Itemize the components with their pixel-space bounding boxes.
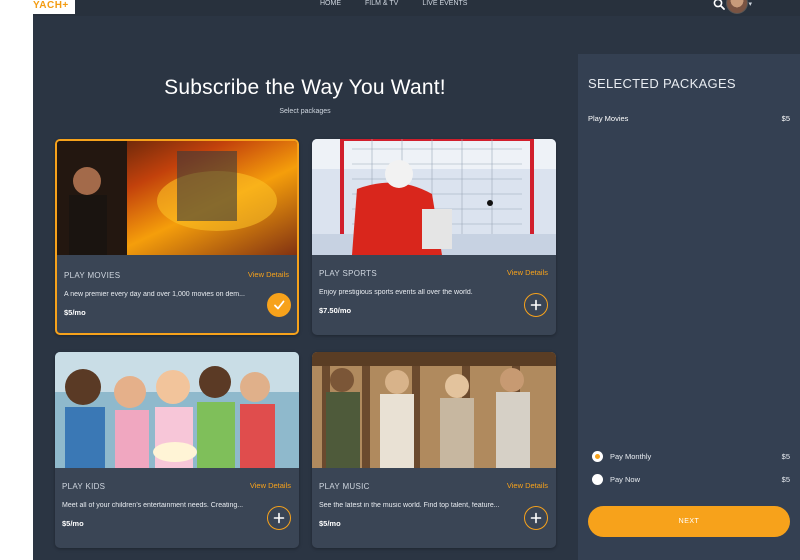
package-image-music xyxy=(312,352,556,468)
view-details-link[interactable]: View Details xyxy=(507,481,548,490)
view-details-link[interactable]: View Details xyxy=(248,270,289,279)
nav-home[interactable]: HOME xyxy=(320,0,341,8)
next-button[interactable]: NEXT xyxy=(588,506,790,537)
package-name: PLAY MOVIES xyxy=(64,271,121,280)
chevron-down-icon: ▾ xyxy=(748,1,752,8)
left-edge-strip xyxy=(0,0,33,560)
plus-icon xyxy=(273,512,285,524)
pay-monthly-price: $5 xyxy=(781,452,790,461)
pay-now-radio[interactable] xyxy=(592,474,603,485)
plus-icon xyxy=(530,512,542,524)
top-navigation-bar: YACH+ HOME FILM & TV LIVE EVENTS EN ▾ xyxy=(33,0,800,16)
package-description: Enjoy prestigious sports events all over… xyxy=(319,289,473,296)
selected-package-name: Play Movies xyxy=(588,114,629,123)
page-title: Subscribe the Way You Want! xyxy=(164,76,446,99)
package-description: Meet all of your children's entertainmen… xyxy=(62,502,244,509)
package-card-kids[interactable]: PLAY KIDS View Details Meet all of your … xyxy=(55,352,299,548)
pay-monthly-option[interactable]: Pay Monthly $5 xyxy=(592,451,790,462)
view-details-link[interactable]: View Details xyxy=(250,481,291,490)
add-package-button[interactable] xyxy=(524,506,548,530)
app-logo[interactable]: YACH+ xyxy=(33,0,75,14)
package-name: PLAY KIDS xyxy=(62,482,106,491)
main-nav: HOME FILM & TV LIVE EVENTS xyxy=(320,0,467,8)
package-name: PLAY SPORTS xyxy=(319,269,377,278)
package-selected-button[interactable] xyxy=(267,293,291,317)
pay-monthly-radio[interactable] xyxy=(592,451,603,462)
package-price: $5/mo xyxy=(64,308,86,317)
page-subtitle: Select packages xyxy=(279,108,331,115)
panel-title: SELECTED PACKAGES xyxy=(588,76,736,91)
check-icon xyxy=(274,300,285,310)
nav-live-events[interactable]: LIVE EVENTS xyxy=(422,0,467,8)
selected-package-price: $5 xyxy=(781,114,790,123)
package-image-sports xyxy=(312,139,556,255)
package-description: A new premier every day and over 1,000 m… xyxy=(64,291,245,298)
package-price: $5/mo xyxy=(319,519,341,528)
plus-icon xyxy=(530,299,542,311)
pay-now-option[interactable]: Pay Now $5 xyxy=(592,474,790,485)
selected-packages-panel: SELECTED PACKAGES Play Movies $5 Pay Mon… xyxy=(578,54,800,560)
package-card-sports[interactable]: PLAY SPORTS View Details Enjoy prestigio… xyxy=(312,139,556,335)
package-card-movies[interactable]: PLAY MOVIES View Details A new premier e… xyxy=(55,139,299,335)
view-details-link[interactable]: View Details xyxy=(507,268,548,277)
selected-package-row: Play Movies $5 xyxy=(588,114,790,123)
package-description: See the latest in the music world. Find … xyxy=(319,502,500,509)
nav-film-tv[interactable]: FILM & TV xyxy=(365,0,398,8)
add-package-button[interactable] xyxy=(524,293,548,317)
package-image-kids xyxy=(55,352,299,468)
pay-now-label: Pay Now xyxy=(610,475,641,484)
package-name: PLAY MUSIC xyxy=(319,482,370,491)
package-image-movies xyxy=(57,141,297,255)
pay-monthly-label: Pay Monthly xyxy=(610,452,652,461)
package-price: $5/mo xyxy=(62,519,84,528)
pay-now-price: $5 xyxy=(781,475,790,484)
search-icon[interactable] xyxy=(713,0,725,10)
add-package-button[interactable] xyxy=(267,506,291,530)
package-card-music[interactable]: PLAY MUSIC View Details See the latest i… xyxy=(312,352,556,548)
user-avatar[interactable] xyxy=(726,0,748,14)
package-price: $7.50/mo xyxy=(319,306,352,315)
